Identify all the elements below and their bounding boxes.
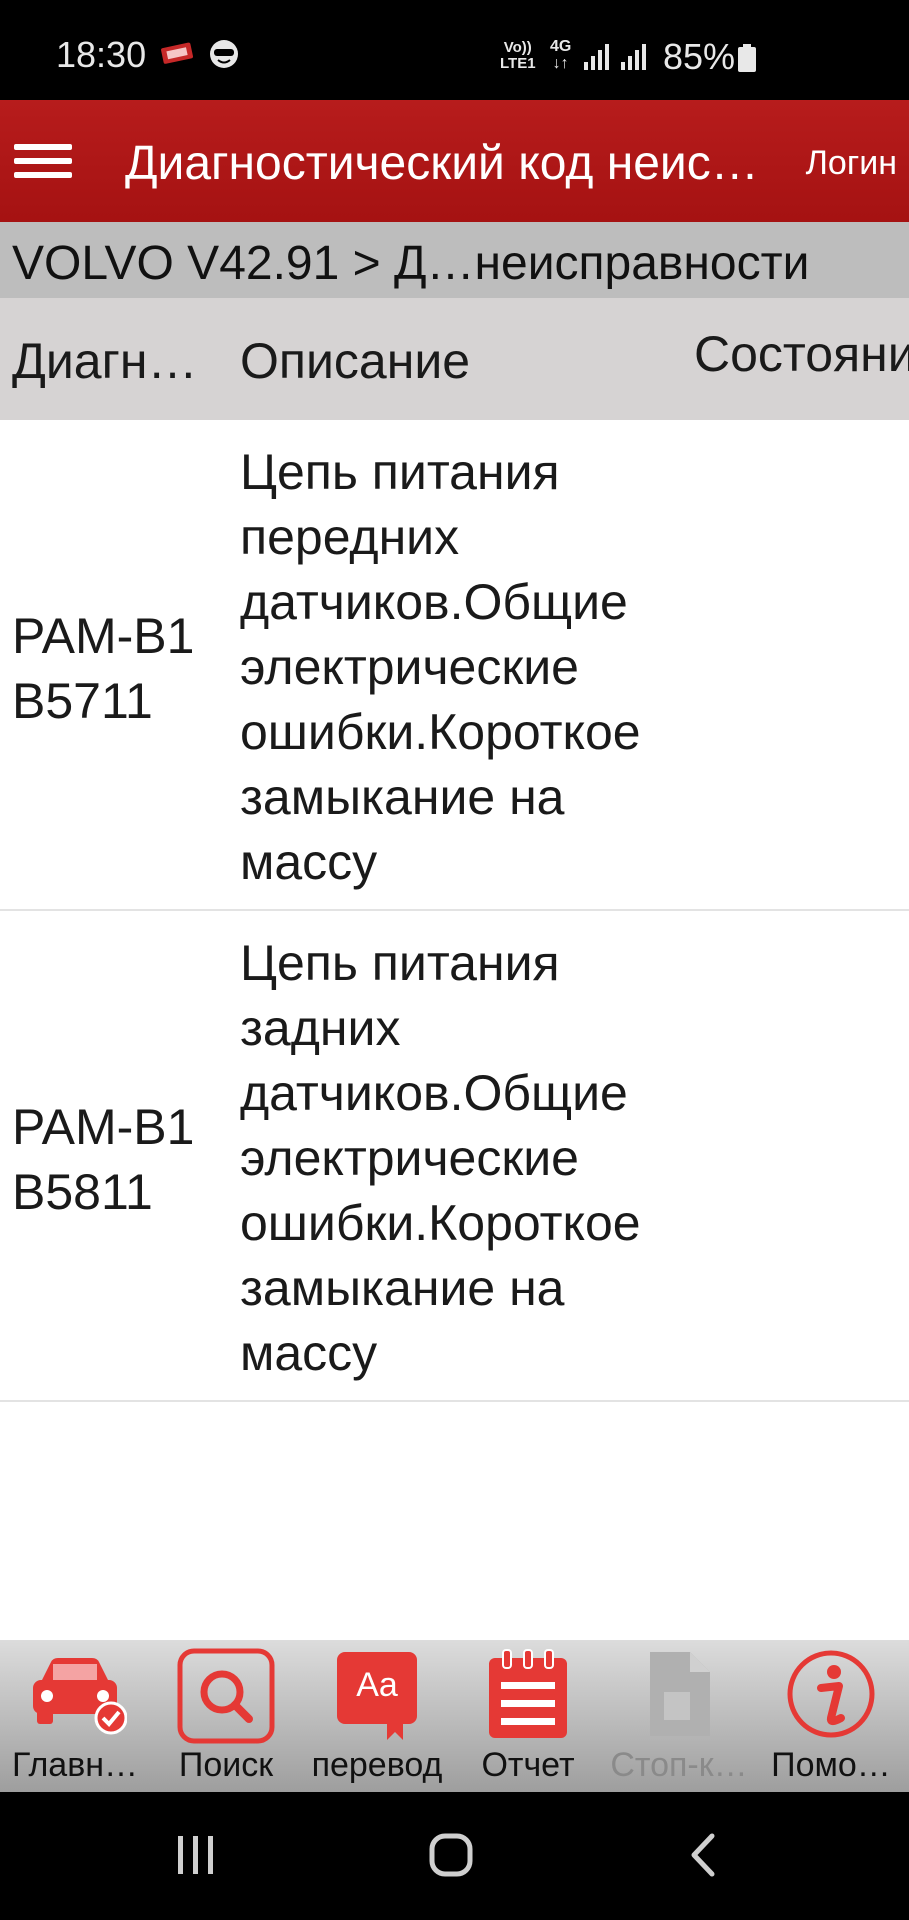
breadcrumb-path: VOLVO V42.91 > Д…неисправности xyxy=(12,237,810,290)
network-type: 4G xyxy=(550,38,572,55)
dtc-description: Цепь питания задних датчиков.Общие элект… xyxy=(240,935,641,1381)
volte-indicator: Vo)) LTE1 xyxy=(500,40,536,72)
translate-button[interactable]: Aa перевод xyxy=(302,1640,452,1792)
signal-icon xyxy=(584,44,609,70)
table-row[interactable]: PAM-B1 B5711 Цепь питания передних датчи… xyxy=(0,420,909,911)
search-icon xyxy=(177,1648,275,1744)
column-header-code[interactable]: Диагн… xyxy=(12,332,197,390)
translate-label: перевод xyxy=(311,1746,443,1784)
report-button[interactable]: Отчет xyxy=(453,1640,603,1792)
login-button[interactable]: Логин xyxy=(806,144,897,183)
volte-line2: LTE1 xyxy=(500,55,536,72)
back-icon[interactable] xyxy=(688,1832,718,1878)
system-nav-bar xyxy=(0,1792,909,1920)
recent-apps-icon[interactable] xyxy=(176,1832,216,1878)
info-icon xyxy=(787,1650,875,1738)
page-title: Диагностический код неисправности xyxy=(125,137,765,190)
svg-text:Aa: Aa xyxy=(356,1666,398,1704)
column-header-state[interactable]: Состояние xyxy=(694,322,909,386)
bottom-toolbar: Главн… Поиск Aa перевод Отчет Стоп-к… По… xyxy=(0,1640,909,1792)
search-label: Поиск xyxy=(178,1746,274,1784)
status-bar: 18:30 Vo)) LTE1 4G ↓↑ 85% xyxy=(0,0,909,100)
home-button[interactable]: Главн… xyxy=(0,1640,150,1792)
column-header-description[interactable]: Описание xyxy=(240,332,470,390)
table-row[interactable]: PAM-B1 B5811 Цепь питания задних датчико… xyxy=(0,911,909,1402)
home-nav-icon[interactable] xyxy=(428,1832,474,1878)
dtc-code: PAM-B1 B5711 xyxy=(12,608,195,729)
breadcrumb: VOLVO V42.91 > Д…неисправности xyxy=(0,222,909,298)
app-bar: Диагностический код неисправности Логин xyxy=(0,100,909,222)
hamburger-menu-icon[interactable] xyxy=(14,136,74,186)
data-arrows-icon: ↓↑ xyxy=(552,55,569,72)
battery-icon xyxy=(738,44,756,72)
dtc-code: PAM-B1 B5811 xyxy=(12,1099,195,1220)
car-check-icon xyxy=(33,1658,127,1735)
stop-frame-button: Стоп-к… xyxy=(604,1640,754,1792)
help-button[interactable]: Помо… xyxy=(756,1640,906,1792)
report-icon xyxy=(489,1649,567,1738)
battery-percent: 85% xyxy=(663,36,736,77)
report-label: Отчет xyxy=(481,1746,575,1784)
translate-icon: Aa xyxy=(337,1652,417,1740)
help-label: Помо… xyxy=(771,1746,891,1784)
mask-notification-icon xyxy=(210,40,238,68)
stop-frame-label: Стоп-к… xyxy=(610,1746,748,1784)
status-time: 18:30 xyxy=(56,34,147,75)
dtc-description: Цепь питания передних датчиков.Общие эле… xyxy=(240,444,641,890)
search-button[interactable]: Поиск xyxy=(151,1640,301,1792)
network-indicator: 4G ↓↑ xyxy=(550,38,571,72)
table-header: Диагн… Описание Состояние xyxy=(0,298,909,420)
home-label: Главн… xyxy=(11,1746,139,1784)
tablet-notification-icon xyxy=(161,42,193,64)
document-icon xyxy=(650,1652,710,1736)
signal-icon-2 xyxy=(621,44,646,70)
volte-line1: Vo)) xyxy=(503,39,532,56)
